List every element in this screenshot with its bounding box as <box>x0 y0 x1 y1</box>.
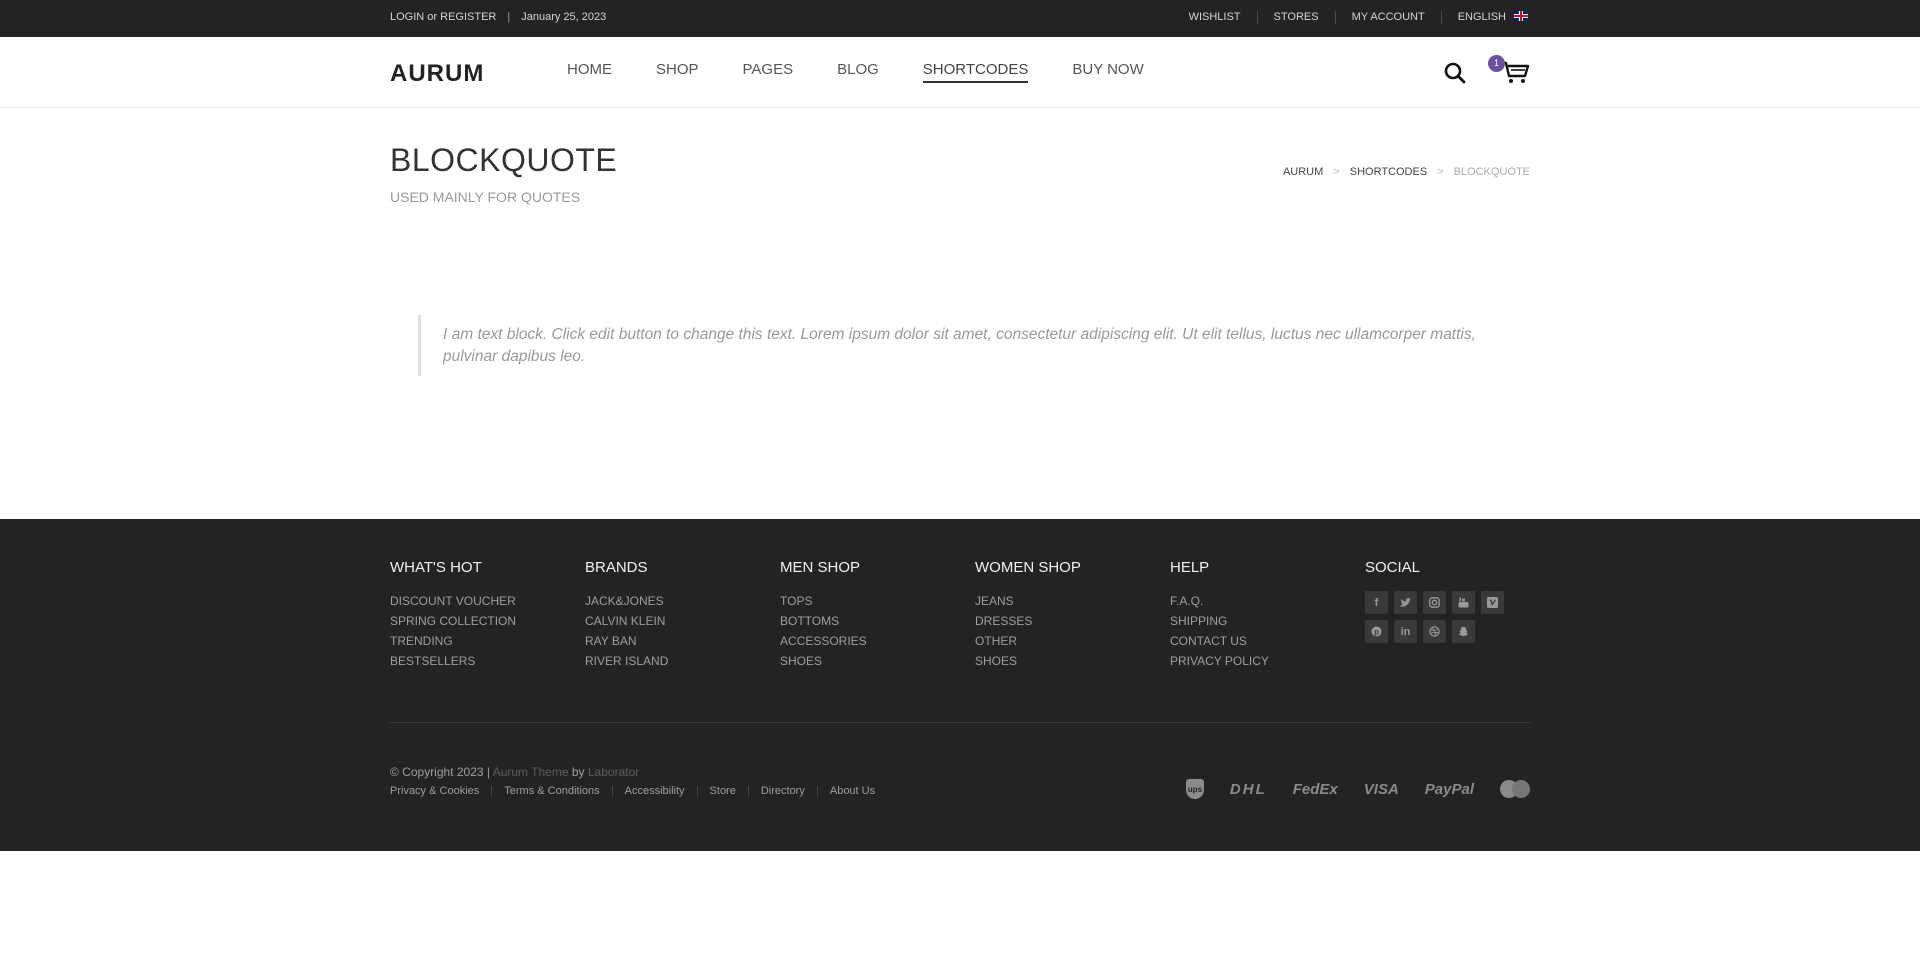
footer-link[interactable]: TOPS <box>780 591 867 611</box>
page-subtitle: USED MAINLY FOR QUOTES <box>390 189 581 205</box>
svg-text:p: p <box>1374 627 1379 636</box>
nav-pages[interactable]: PAGES <box>743 61 794 83</box>
twitter-icon[interactable] <box>1394 591 1417 614</box>
copyright-by: by <box>571 765 585 779</box>
copyright-prefix: © Copyright 2023 | <box>390 765 491 779</box>
footer-column-social: SOCIAL f p in <box>1365 559 1504 643</box>
footer-link[interactable]: BESTSELLERS <box>390 651 516 671</box>
linkedin-icon[interactable]: in <box>1394 620 1417 643</box>
top-bar-left: LOGIN or REGISTER | January 25, 2023 <box>390 11 606 23</box>
uk-flag-icon <box>1514 11 1528 21</box>
nav-shop[interactable]: SHOP <box>656 61 699 83</box>
footer-link[interactable]: PRIVACY POLICY <box>1170 651 1269 671</box>
footer-link[interactable]: SHOES <box>780 651 867 671</box>
social-icons: f p in <box>1365 591 1504 643</box>
wishlist-link[interactable]: WISHLIST <box>1173 11 1257 24</box>
footer-column-title: MEN SHOP <box>780 559 861 576</box>
search-icon[interactable] <box>1443 61 1467 85</box>
footer-column-men-shop: MEN SHOP TOPS BOTTOMS ACCESSORIES SHOES <box>780 559 867 671</box>
login-register-link[interactable]: LOGIN or REGISTER <box>390 11 496 23</box>
footer-column-title: WOMEN SHOP <box>975 559 1081 576</box>
footer-link[interactable]: CALVIN KLEIN <box>585 611 668 631</box>
breadcrumb-home[interactable]: AURUM <box>1283 166 1323 178</box>
ups-logo: ups <box>1185 779 1204 799</box>
site-footer: WHAT'S HOT DISCOUNT VOUCHER SPRING COLLE… <box>0 519 1920 851</box>
breadcrumb-separator: > <box>1437 166 1444 178</box>
breadcrumb-separator: > <box>1333 166 1340 178</box>
footer-link[interactable]: JACK&JONES <box>585 591 668 611</box>
footer-column-title: BRANDS <box>585 559 648 576</box>
paypal-logo: PayPal <box>1424 780 1474 798</box>
footer-column-brands: BRANDS JACK&JONES CALVIN KLEIN RAY BAN R… <box>585 559 668 671</box>
breadcrumb-current: BLOCKQUOTE <box>1453 166 1530 178</box>
store-link[interactable]: Store <box>696 786 748 797</box>
accessibility-link[interactable]: Accessibility <box>611 786 697 797</box>
footer-link[interactable]: OTHER <box>975 631 1081 651</box>
my-account-link[interactable]: MY ACCOUNT <box>1334 11 1441 24</box>
footer-link[interactable]: DRESSES <box>975 611 1081 631</box>
top-bar: LOGIN or REGISTER | January 25, 2023 WIS… <box>0 0 1920 37</box>
facebook-icon[interactable]: f <box>1365 591 1388 614</box>
about-us-link[interactable]: About Us <box>816 786 887 797</box>
breadcrumb-shortcodes[interactable]: SHORTCODES <box>1350 166 1427 178</box>
site-header: AURUM HOME SHOP PAGES BLOG SHORTCODES BU… <box>0 37 1920 108</box>
snapchat-icon[interactable] <box>1452 620 1475 643</box>
language-label: ENGLISH <box>1457 11 1506 23</box>
footer-link[interactable]: CONTACT US <box>1170 631 1269 651</box>
main-nav: HOME SHOP PAGES BLOG SHORTCODES BUY NOW <box>567 61 1188 83</box>
footer-column-title: SOCIAL <box>1365 559 1421 576</box>
payment-methods: ups DHL FedEx VISA PayPal <box>1185 779 1530 799</box>
footer-column-title: HELP <box>1170 559 1210 576</box>
footer-link[interactable]: TRENDING <box>390 631 516 651</box>
footer-link[interactable]: F.A.Q. <box>1170 591 1269 611</box>
nav-blog[interactable]: BLOG <box>837 61 879 83</box>
top-bar-separator: | <box>507 11 511 23</box>
vimeo-icon[interactable] <box>1481 591 1504 614</box>
dribbble-icon[interactable] <box>1423 620 1446 643</box>
footer-link[interactable]: DISCOUNT VOUCHER <box>390 591 516 611</box>
youtube-icon[interactable] <box>1452 591 1475 614</box>
copyright: © Copyright 2023 | Aurum Theme by Labora… <box>390 765 639 779</box>
nav-shortcodes[interactable]: SHORTCODES <box>922 61 1029 83</box>
nav-buy-now[interactable]: BUY NOW <box>1072 61 1143 83</box>
footer-link[interactable]: SHOES <box>975 651 1081 671</box>
privacy-cookies-link[interactable]: Privacy & Cookies <box>390 786 491 797</box>
directory-link[interactable]: Directory <box>747 786 817 797</box>
stores-link[interactable]: STORES <box>1256 11 1335 24</box>
footer-link[interactable]: RAY BAN <box>585 631 668 651</box>
visa-logo: VISA <box>1363 780 1399 798</box>
footer-column-title: WHAT'S HOT <box>390 559 482 576</box>
footer-link[interactable]: RIVER ISLAND <box>585 651 668 671</box>
footer-column-whats-hot: WHAT'S HOT DISCOUNT VOUCHER SPRING COLLE… <box>390 559 516 671</box>
footer-link[interactable]: JEANS <box>975 591 1081 611</box>
page-title: BLOCKQUOTE <box>390 142 618 178</box>
footer-column-help: HELP F.A.Q. SHIPPING CONTACT US PRIVACY … <box>1170 559 1269 671</box>
terms-conditions-link[interactable]: Terms & Conditions <box>491 786 611 797</box>
footer-link[interactable]: SPRING COLLECTION <box>390 611 516 631</box>
current-date: January 25, 2023 <box>521 11 607 23</box>
breadcrumb: AURUM > SHORTCODES > BLOCKQUOTE <box>1283 166 1530 178</box>
fedex-logo: FedEx <box>1292 780 1338 798</box>
footer-column-women-shop: WOMEN SHOP JEANS DRESSES OTHER SHOES <box>975 559 1081 671</box>
nav-home[interactable]: HOME <box>567 61 612 83</box>
footer-link[interactable]: BOTTOMS <box>780 611 867 631</box>
instagram-icon[interactable] <box>1423 591 1446 614</box>
language-selector[interactable]: ENGLISH <box>1440 11 1528 24</box>
mastercard-logo <box>1500 780 1530 798</box>
site-logo[interactable]: AURUM <box>390 60 484 88</box>
footer-bottom-links: Privacy & Cookies Terms & Conditions Acc… <box>390 786 887 797</box>
footer-link[interactable]: ACCESSORIES <box>780 631 867 651</box>
footer-divider <box>390 722 1530 723</box>
blockquote: I am text block. Click edit button to ch… <box>418 315 1533 376</box>
pinterest-icon[interactable]: p <box>1365 620 1388 643</box>
top-bar-right: WISHLIST STORES MY ACCOUNT ENGLISH <box>1173 11 1528 24</box>
author-link[interactable]: Laborator <box>588 765 639 779</box>
cart-count-badge: 1 <box>1488 55 1505 72</box>
theme-link[interactable]: Aurum Theme <box>493 765 569 779</box>
dhl-logo: DHL <box>1229 780 1267 798</box>
footer-link[interactable]: SHIPPING <box>1170 611 1269 631</box>
